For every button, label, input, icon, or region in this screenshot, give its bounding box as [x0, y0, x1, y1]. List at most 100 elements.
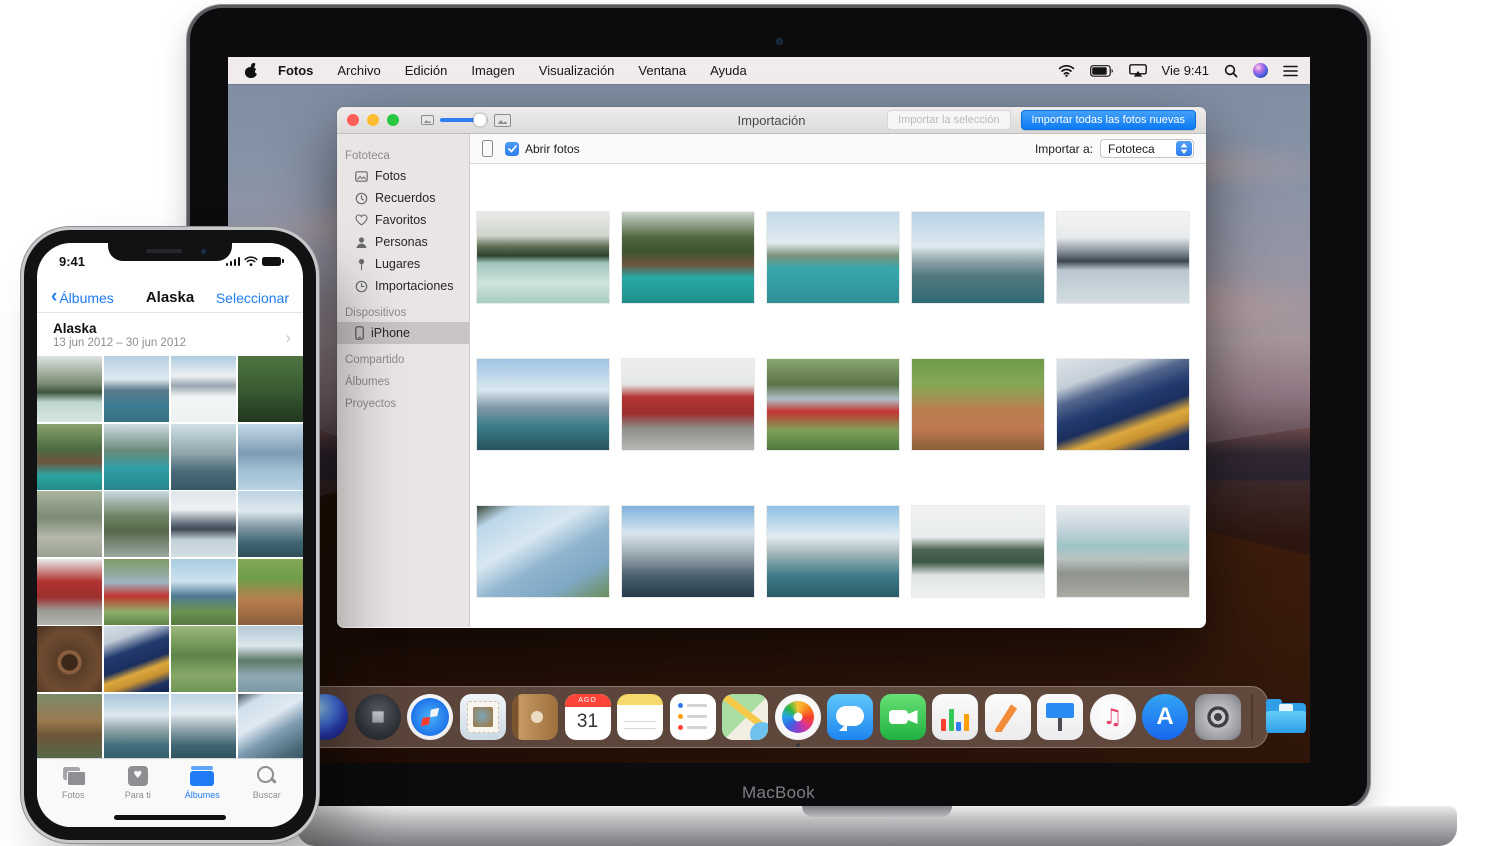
photo-tile[interactable] [237, 356, 303, 422]
minimize-button[interactable] [367, 114, 379, 126]
back-button[interactable]: ‹ Álbumes [51, 287, 114, 306]
sidebar-item-importaciones[interactable]: Importaciones [337, 275, 469, 297]
photo-tile[interactable] [103, 558, 170, 625]
zoom-button[interactable] [387, 114, 399, 126]
photo-tile[interactable] [170, 356, 237, 422]
menu-ayuda[interactable]: Ayuda [698, 63, 759, 78]
photo-thumbnail[interactable] [767, 359, 899, 450]
sidebar-item-favoritos[interactable]: Favoritos [337, 209, 469, 231]
dock-mail-icon[interactable] [459, 694, 506, 740]
dock-system-preferences-icon[interactable] [1194, 694, 1241, 740]
sidebar-item-iphone[interactable]: iPhone [337, 322, 469, 344]
sidebar-header-compartido[interactable]: Compartido [345, 354, 469, 366]
photo-tile[interactable] [170, 626, 237, 692]
menu-fotos[interactable]: Fotos [266, 63, 325, 78]
photo-tile[interactable] [37, 491, 103, 557]
sidebar-header-proyectos[interactable]: Proyectos [345, 398, 469, 410]
menu-archivo[interactable]: Archivo [325, 63, 392, 78]
photo-tile[interactable] [237, 423, 303, 490]
photo-tile[interactable] [170, 558, 237, 625]
photo-tile[interactable] [170, 693, 237, 760]
menubar-clock[interactable]: Vie 9:41 [1162, 63, 1209, 78]
photo-tile[interactable] [237, 626, 303, 692]
dock-appstore-icon[interactable]: A [1142, 694, 1188, 740]
import-all-button[interactable]: Importar todas las fotos nuevas [1020, 110, 1196, 130]
dock-notes-icon[interactable] [617, 694, 663, 740]
tab-fotos[interactable]: Fotos [45, 766, 101, 827]
dock-keynote-icon[interactable] [1037, 694, 1083, 740]
photo-tile[interactable] [237, 558, 303, 625]
photo-tile[interactable] [237, 491, 303, 557]
sidebar-item-lugares[interactable]: Lugares [337, 253, 469, 275]
photo-thumbnail[interactable] [767, 506, 899, 597]
list-icon[interactable] [1283, 65, 1298, 77]
dock-facetime-icon[interactable] [879, 694, 926, 740]
photo-thumbnail[interactable] [477, 359, 609, 450]
sidebar-item-fotos[interactable]: Fotos [337, 165, 469, 187]
photo-thumbnail[interactable] [622, 506, 754, 597]
photo-tile[interactable] [37, 356, 103, 422]
dock-itunes-icon[interactable]: ♫ [1089, 694, 1136, 740]
dock-reminders-icon[interactable] [669, 694, 716, 740]
dock-photos-icon[interactable] [774, 694, 821, 747]
import-target-select[interactable]: Fototeca [1100, 139, 1194, 158]
dock-calendar-icon[interactable]: AGO 31 [564, 694, 611, 740]
sidebar-item-recuerdos[interactable]: Recuerdos [337, 187, 469, 209]
open-photos-checkbox[interactable] [505, 141, 519, 156]
sidebar-header-albumes[interactable]: Álbumes [345, 376, 469, 388]
photo-thumbnail[interactable] [622, 359, 754, 450]
import-selection-button[interactable]: Importar la selección [887, 110, 1011, 130]
photo-tile[interactable] [37, 423, 103, 490]
dock-pages-icon[interactable] [984, 694, 1031, 740]
photo-thumbnail[interactable] [477, 506, 609, 597]
photo-tile[interactable] [237, 693, 303, 760]
photo-tile[interactable] [103, 491, 170, 557]
photo-tile[interactable] [103, 423, 170, 490]
sidebar-header-dispositivos[interactable]: Dispositivos [345, 307, 469, 319]
dock-numbers-icon[interactable] [932, 694, 978, 740]
siri-icon[interactable] [1253, 63, 1268, 78]
thumbnail-size-slider[interactable] [440, 113, 488, 127]
photo-tile[interactable] [103, 626, 170, 692]
photo-thumbnail[interactable] [912, 506, 1044, 597]
menu-visualizacion[interactable]: Visualización [527, 63, 627, 78]
menu-imagen[interactable]: Imagen [459, 63, 526, 78]
dock-messages-icon[interactable] [827, 694, 873, 740]
photo-tile[interactable] [103, 693, 170, 760]
apple-menu-icon[interactable] [244, 62, 260, 79]
photo-thumbnail[interactable] [912, 212, 1044, 303]
dock-launchpad-icon[interactable] [354, 694, 401, 740]
tab-buscar[interactable]: Buscar [239, 766, 295, 827]
window-titlebar[interactable]: Importación Importar la selección Import… [337, 107, 1206, 134]
select-button[interactable]: Seleccionar [216, 290, 289, 306]
airplay-icon[interactable] [1128, 64, 1147, 77]
photo-thumbnail[interactable] [912, 359, 1044, 450]
photo-thumbnail[interactable] [477, 212, 609, 303]
photo-thumbnail[interactable] [622, 212, 754, 303]
photo-thumbnail[interactable] [1057, 359, 1189, 450]
photo-tile[interactable] [37, 558, 103, 625]
sidebar-item-personas[interactable]: Personas [337, 231, 469, 253]
search-icon[interactable] [1224, 64, 1238, 78]
home-indicator[interactable] [114, 815, 226, 820]
menu-ventana[interactable]: Ventana [626, 63, 698, 78]
wifi-icon[interactable] [1058, 64, 1075, 77]
photo-thumbnail[interactable] [1057, 212, 1189, 303]
dock-safari-icon[interactable] [407, 694, 453, 740]
photo-tile[interactable] [170, 423, 237, 490]
dock-maps-icon[interactable] [722, 694, 768, 740]
dock-contacts-icon[interactable] [512, 694, 558, 740]
battery-icon[interactable] [1089, 64, 1114, 77]
photo-thumbnail[interactable] [1057, 506, 1189, 597]
photo-tile[interactable] [37, 693, 103, 760]
photo-tile[interactable] [103, 356, 170, 422]
dock-documents-folder-icon[interactable] [1263, 694, 1309, 740]
album-header[interactable]: Alaska 13 jun 2012 – 30 jun 2012 › [37, 314, 303, 355]
close-button[interactable] [347, 114, 359, 126]
photo-thumbnail[interactable] [767, 212, 899, 303]
sidebar-header-fototeca[interactable]: Fototeca [345, 150, 469, 162]
photo-tile[interactable] [37, 626, 103, 692]
photo-tile[interactable] [170, 491, 237, 557]
slider-thumb[interactable] [473, 113, 487, 127]
menu-edicion[interactable]: Edición [393, 63, 460, 78]
